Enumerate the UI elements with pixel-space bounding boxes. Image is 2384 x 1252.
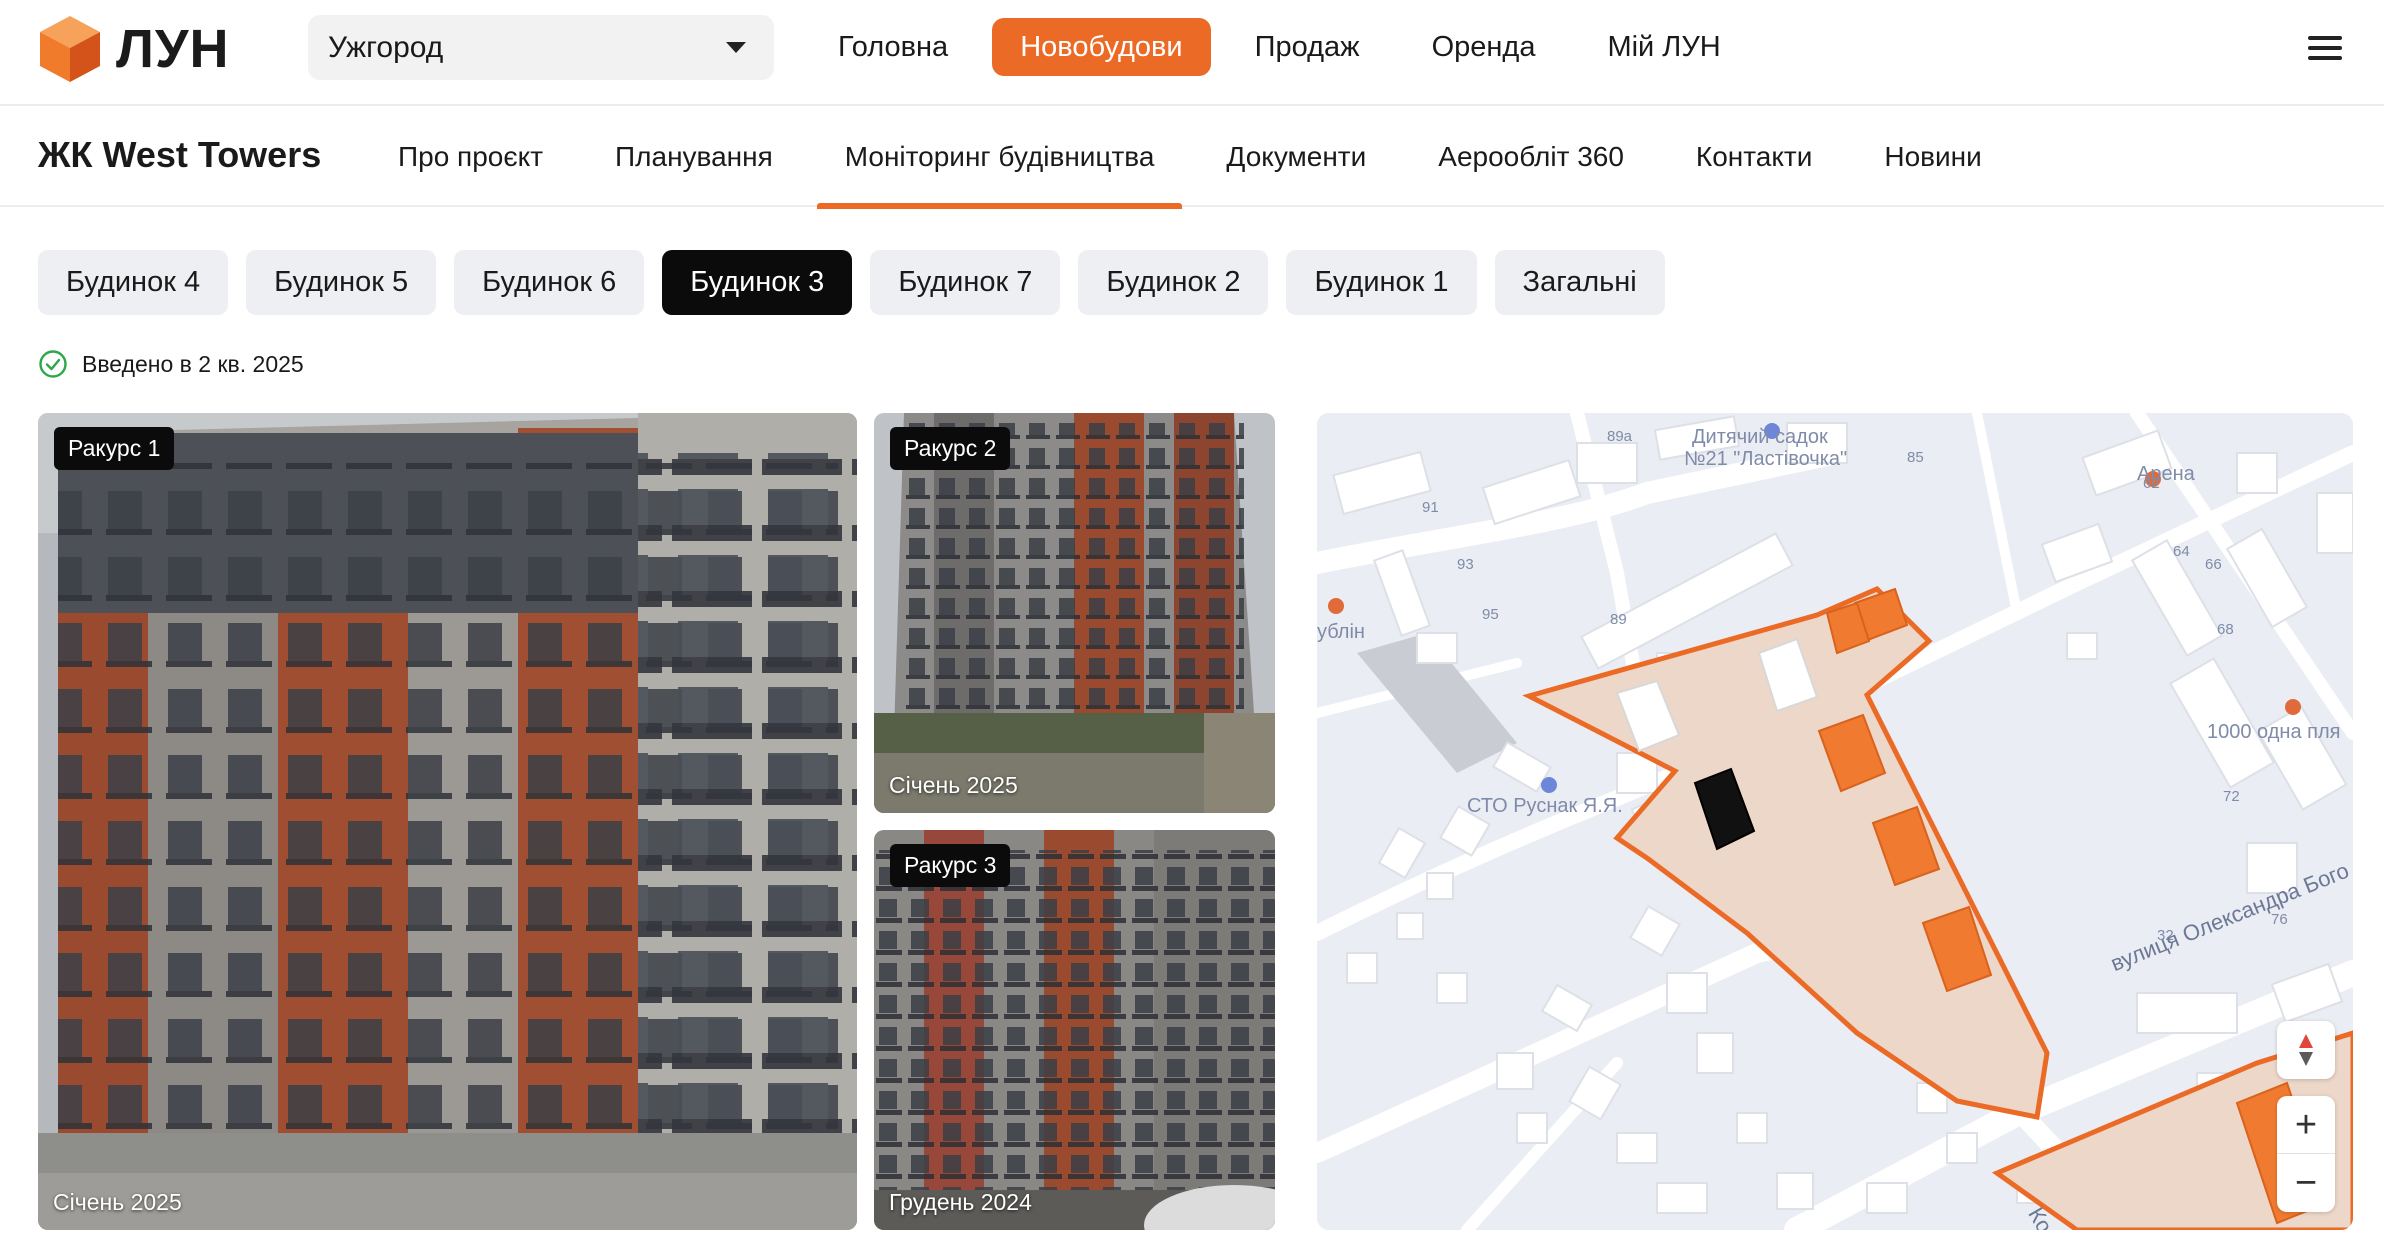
construction-photo-angle-1[interactable]: Ракурс 1 Січень 2025 (38, 413, 857, 1230)
building-photo (38, 413, 857, 1230)
cube-logo-icon (40, 16, 100, 82)
zoom-controls: + − (2277, 1096, 2335, 1212)
tab-news[interactable]: Новини (1884, 106, 1981, 207)
house-number: 68 (2217, 621, 2234, 638)
city-select[interactable]: Ужгород (308, 15, 774, 80)
map-label-sto: СТО Руснак Я.Я. (1467, 795, 1623, 817)
chevron-down-icon (726, 42, 746, 53)
nav-item-sale[interactable]: Продаж (1227, 18, 1388, 76)
construction-photo-angle-2[interactable]: Ракурс 2 Січень 2025 (874, 413, 1275, 813)
project-header: ЖК West Towers Про проєкт Планування Мон… (0, 106, 2384, 209)
menu-icon[interactable] (2308, 36, 2342, 60)
tab-construction-monitoring[interactable]: Моніторинг будівництва (816, 106, 1183, 209)
house-number: 91 (1422, 499, 1439, 516)
construction-photo-angle-3[interactable]: Ракурс 3 Грудень 2024 (874, 830, 1275, 1230)
house-number: 72 (2223, 788, 2240, 805)
house-number: 89 (1610, 611, 1627, 628)
photo-date: Грудень 2024 (889, 1189, 1032, 1215)
tab-documents[interactable]: Документи (1226, 106, 1366, 207)
photo-date: Січень 2025 (889, 772, 1018, 798)
city-select-value: Ужгород (328, 30, 444, 64)
completion-status-text: Введено в 2 кв. 2025 (82, 350, 304, 377)
building-photo (874, 413, 1275, 813)
nav-item-my-lun[interactable]: Мій ЛУН (1579, 18, 1748, 76)
main-nav: Головна Новобудови Продаж Оренда Мій ЛУН (810, 18, 1765, 76)
photo-date: Січень 2025 (53, 1189, 182, 1215)
completion-status: Введено в 2 кв. 2025 (38, 349, 304, 379)
chip-general[interactable]: Загальні (1494, 250, 1665, 315)
map-label-shop: 1000 одна пля (2207, 721, 2341, 743)
logo-text: ЛУН (116, 19, 230, 79)
angle-tag: Ракурс 3 (890, 844, 1011, 887)
building-filter: Будинок 4 Будинок 5 Будинок 6 Будинок 3 … (38, 250, 1683, 315)
house-number: 85 (1907, 449, 1924, 466)
chip-building-5[interactable]: Будинок 5 (246, 250, 437, 315)
tab-contacts[interactable]: Контакти (1696, 106, 1812, 207)
site-map[interactable]: Дитячий садок №21 "Ластівочка" Арена убл… (1317, 413, 2353, 1230)
angle-tag: Ракурс 2 (890, 427, 1011, 470)
house-number: 89а (1607, 428, 1633, 445)
chip-building-7[interactable]: Будинок 7 (870, 250, 1061, 315)
top-header: ЛУН Ужгород Головна Новобудови Продаж Ор… (0, 0, 2384, 106)
compass-button[interactable] (2277, 1021, 2335, 1079)
chip-building-6[interactable]: Будинок 6 (454, 250, 645, 315)
zoom-in-button[interactable]: + (2277, 1096, 2335, 1154)
project-tabs: Про проєкт Планування Моніторинг будівни… (398, 106, 2054, 209)
tab-about[interactable]: Про проєкт (398, 106, 543, 207)
tab-layouts[interactable]: Планування (615, 106, 773, 207)
chip-building-4[interactable]: Будинок 4 (38, 250, 229, 315)
house-number: 93 (1457, 556, 1474, 573)
chip-building-1[interactable]: Будинок 1 (1286, 250, 1477, 315)
nav-item-home[interactable]: Головна (810, 18, 976, 76)
chip-building-2[interactable]: Будинок 2 (1078, 250, 1269, 315)
nav-item-rent[interactable]: Оренда (1404, 18, 1564, 76)
map-label-kindergarten: Дитячий садок (1692, 426, 1828, 448)
house-number: 66 (2205, 556, 2222, 573)
house-number: 64 (2173, 543, 2190, 560)
map-label-kindergarten-name: №21 "Ластівочка" (1684, 448, 1848, 470)
tab-aerial-360[interactable]: Аерооблiт 360 (1438, 106, 1624, 207)
angle-tag: Ракурс 1 (54, 427, 175, 470)
check-circle-icon (39, 350, 67, 378)
project-title[interactable]: ЖК West Towers (38, 134, 321, 176)
house-number: 95 (1482, 606, 1499, 623)
logo[interactable]: ЛУН (38, 14, 229, 84)
map-label-dublin: ублін (1317, 621, 1365, 643)
zoom-out-button[interactable]: − (2277, 1154, 2335, 1212)
house-number: 62 (2143, 475, 2160, 492)
map-canvas[interactable] (1317, 413, 2353, 1230)
compass-icon (2299, 1034, 2313, 1066)
nav-item-new-buildings[interactable]: Новобудови (992, 18, 1211, 76)
chip-building-3[interactable]: Будинок 3 (662, 250, 853, 315)
building-photo (874, 830, 1275, 1230)
